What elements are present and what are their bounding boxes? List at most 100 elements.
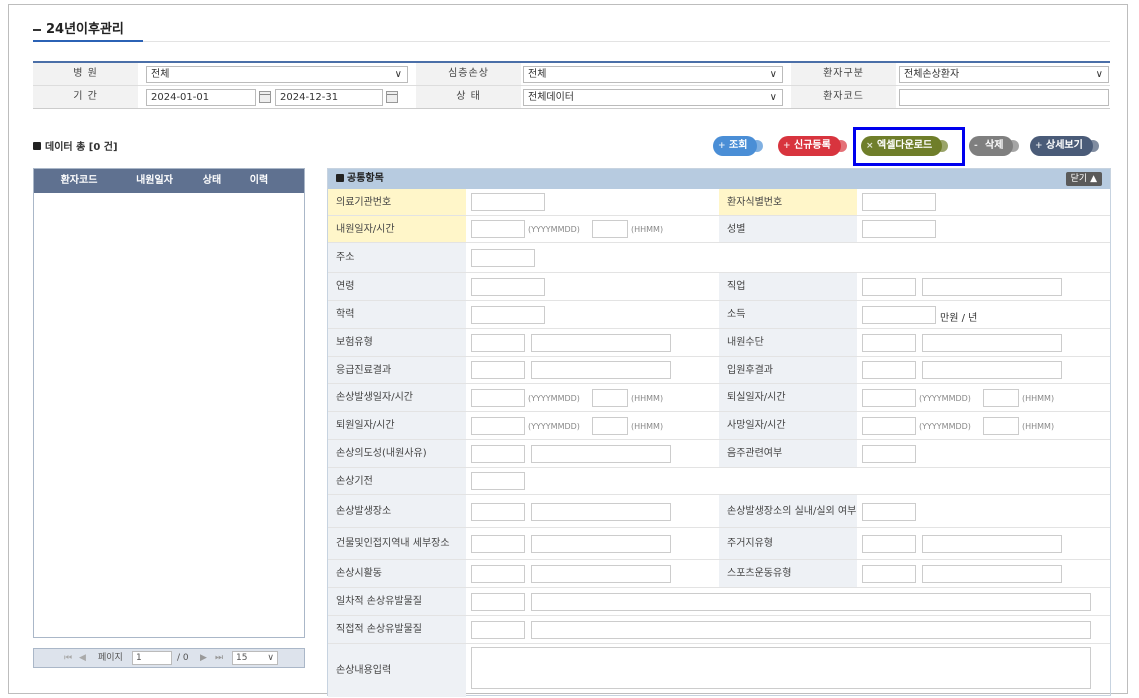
job-name-input[interactable] — [922, 278, 1062, 296]
col-status[interactable]: 상태 — [192, 169, 232, 193]
pcode-input[interactable] — [899, 89, 1109, 106]
income-input[interactable] — [862, 306, 936, 324]
inout-label: 손상발생장소의 실내/실외 여부 — [719, 495, 857, 527]
job-label: 직업 — [719, 273, 857, 300]
disch-time-input[interactable] — [592, 417, 628, 435]
intent-code-input[interactable] — [471, 445, 525, 463]
desc-textarea[interactable] — [471, 647, 1091, 689]
calendar-icon[interactable] — [259, 91, 271, 103]
bldg-name-input[interactable] — [531, 535, 671, 553]
row-desc: 손상내용입력 — [328, 644, 1110, 697]
age-label: 연령 — [328, 273, 466, 300]
page-size-select[interactable]: 15 ∨ — [232, 651, 278, 665]
addr-input[interactable] — [471, 249, 535, 267]
place-code-input[interactable] — [471, 503, 525, 521]
ins-code-input[interactable] — [471, 334, 525, 352]
sport-label: 스포츠운동유형 — [719, 560, 857, 587]
prev-page-icon[interactable]: ◀ — [79, 649, 86, 667]
ptype-select[interactable]: 전체손상환자 ∨ — [899, 66, 1109, 83]
edu-label: 학력 — [328, 301, 466, 328]
visit-time-input[interactable] — [592, 220, 628, 238]
delete-button[interactable]: - 삭제 — [969, 136, 1020, 156]
close-button[interactable]: 닫기 ▲ — [1065, 172, 1102, 186]
bullet-icon — [33, 142, 41, 150]
place-name-input[interactable] — [531, 503, 671, 521]
chevron-down-icon: ∨ — [394, 69, 402, 80]
out-time-input[interactable] — [983, 389, 1019, 407]
detail-button-label: 상세보기 — [1046, 140, 1083, 151]
direct-name-input[interactable] — [531, 621, 1091, 639]
home-name-input[interactable] — [922, 535, 1062, 553]
date-hint: (YYYYMMDD) — [919, 394, 971, 403]
new-button[interactable]: + 신규등록 — [778, 136, 847, 156]
status-select[interactable]: 전체데이터 ∨ — [523, 89, 783, 106]
patient-grid: 환자코드 내원일자 상태 이력 — [33, 168, 305, 638]
sex-input[interactable] — [862, 220, 936, 238]
injury-select[interactable]: 전체 ∨ — [523, 66, 783, 83]
sport-name-input[interactable] — [922, 565, 1062, 583]
next-page-icon[interactable]: ▶ — [200, 649, 207, 667]
date-hint: (YYYYMMDD) — [528, 225, 580, 234]
time-hint: (HHMM) — [631, 394, 664, 403]
prim-name-input[interactable] — [531, 593, 1091, 611]
injury-label: 심층손상 — [416, 63, 521, 85]
search-panel: 병 원 전체 ∨ 심층손상 전체 ∨ 환자구분 전체손상환자 ∨ 기 간 2024-0… — [33, 61, 1110, 109]
pid-input[interactable] — [862, 193, 936, 211]
er-name-input[interactable] — [531, 361, 671, 379]
death-date-input[interactable] — [862, 417, 916, 435]
date-to-input[interactable]: 2024-12-31 — [275, 89, 383, 106]
act-name-input[interactable] — [531, 565, 671, 583]
intent-name-input[interactable] — [531, 445, 671, 463]
inout-input[interactable] — [862, 503, 916, 521]
page-title: 24년이후관리 — [33, 18, 124, 37]
row-age: 연령 직업 — [328, 273, 1110, 301]
age-input[interactable] — [471, 278, 545, 296]
home-code-input[interactable] — [862, 535, 916, 553]
time-hint: (HHMM) — [1022, 422, 1055, 431]
disch-date-input[interactable] — [471, 417, 525, 435]
page-input[interactable]: 1 — [132, 651, 172, 665]
visit-date-input[interactable] — [471, 220, 525, 238]
er-code-input[interactable] — [471, 361, 525, 379]
bullet-icon — [336, 174, 344, 182]
adm-name-input[interactable] — [922, 361, 1062, 379]
chevron-down-icon: ∨ — [769, 69, 777, 80]
bldg-label: 건물및인접지역내 세부장소 — [328, 528, 466, 559]
col-visit-date[interactable]: 내원일자 — [122, 169, 187, 193]
job-code-input[interactable] — [862, 278, 916, 296]
death-time-input[interactable] — [983, 417, 1019, 435]
col-history[interactable]: 이력 — [239, 169, 279, 193]
edu-input[interactable] — [471, 306, 545, 324]
income-label: 소득 — [719, 301, 857, 328]
out-label: 퇴실일자/시간 — [719, 384, 857, 411]
arrival-name-input[interactable] — [922, 334, 1062, 352]
injtime-time-input[interactable] — [592, 389, 628, 407]
ins-name-input[interactable] — [531, 334, 671, 352]
last-page-icon[interactable]: ⏭ — [215, 649, 223, 667]
direct-code-input[interactable] — [471, 621, 525, 639]
bldg-code-input[interactable] — [471, 535, 525, 553]
alcohol-label: 음주관련여부 — [719, 440, 857, 467]
out-date-input[interactable] — [862, 389, 916, 407]
detail-button[interactable]: + 상세보기 — [1030, 136, 1099, 156]
adm-code-input[interactable] — [862, 361, 916, 379]
org-input[interactable] — [471, 193, 545, 211]
plus-icon: + — [783, 141, 791, 151]
data-count-text: 데이터 총 [0 건] — [45, 142, 118, 153]
calendar-icon[interactable] — [386, 91, 398, 103]
col-patient-code[interactable]: 환자코드 — [44, 169, 114, 193]
search-button[interactable]: + 조회 — [713, 136, 764, 156]
arrival-code-input[interactable] — [862, 334, 916, 352]
injtime-date-input[interactable] — [471, 389, 525, 407]
row-direct: 직접적 손상유발물질 — [328, 616, 1110, 644]
hospital-select[interactable]: 전체 ∨ — [146, 66, 408, 83]
prim-code-input[interactable] — [471, 593, 525, 611]
sport-code-input[interactable] — [862, 565, 916, 583]
act-code-input[interactable] — [471, 565, 525, 583]
mech-label: 손상기전 — [328, 468, 466, 494]
panel-title: 공통항목 — [347, 173, 384, 184]
mech-input[interactable] — [471, 472, 525, 490]
first-page-icon[interactable]: ⏮ — [64, 649, 72, 667]
alcohol-input[interactable] — [862, 445, 916, 463]
date-from-input[interactable]: 2024-01-01 — [146, 89, 256, 106]
